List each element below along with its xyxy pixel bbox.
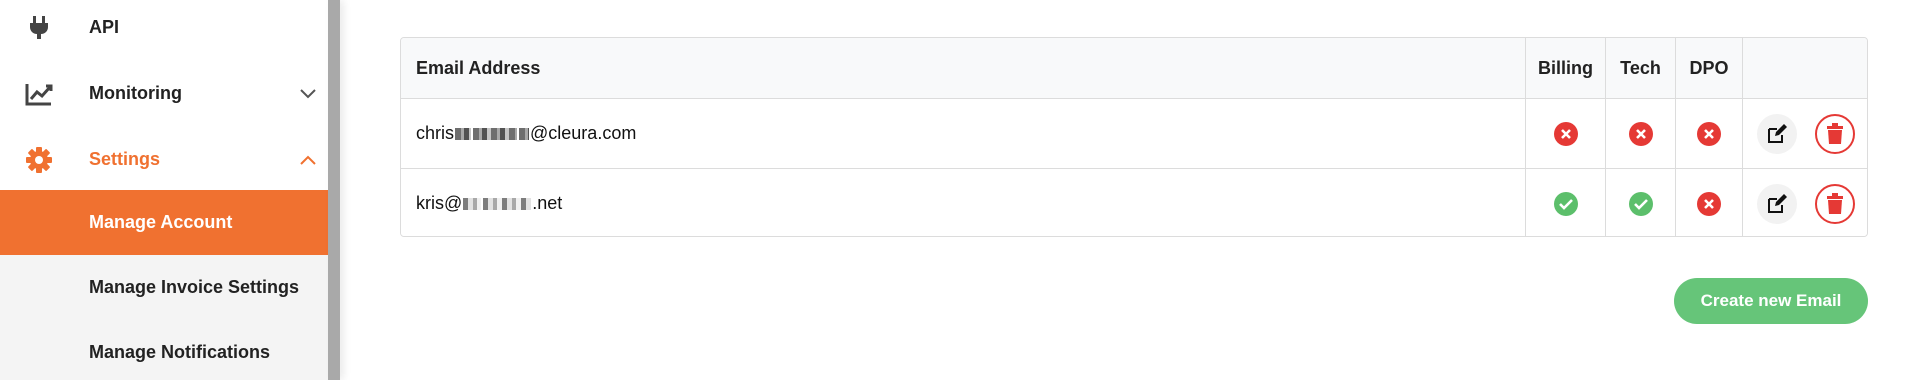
edit-button[interactable] bbox=[1757, 183, 1797, 224]
redacted-text bbox=[473, 127, 518, 140]
tech-cell bbox=[1606, 99, 1676, 168]
trash-icon bbox=[1827, 192, 1843, 214]
redacted-text bbox=[463, 197, 482, 210]
sidebar: API Monitoring Settings Manage Account M… bbox=[0, 0, 328, 380]
sidebar-subitem-label: Manage Invoice Settings bbox=[89, 277, 300, 297]
sidebar-subitem-label: Manage Notifications bbox=[89, 342, 271, 362]
email-prefix: kris@ bbox=[416, 193, 463, 213]
email-prefix: chris bbox=[416, 123, 455, 143]
sidebar-subitem-label: Manage Account bbox=[89, 212, 233, 232]
column-header-actions bbox=[1743, 38, 1867, 98]
sidebar-subitem-manage-invoice-settings[interactable]: Manage Invoice Settings bbox=[0, 255, 328, 320]
sidebar-item-label: Monitoring bbox=[89, 83, 182, 103]
redacted-text bbox=[455, 127, 472, 140]
edit-button[interactable] bbox=[1757, 113, 1797, 154]
x-circle-icon bbox=[1697, 121, 1721, 146]
column-header-email: Email Address bbox=[401, 38, 1526, 98]
table-row: kris@ .net bbox=[401, 169, 1867, 236]
actions-cell bbox=[1743, 169, 1867, 236]
edit-icon bbox=[1768, 193, 1787, 213]
check-circle-icon bbox=[1628, 191, 1653, 216]
x-circle-icon bbox=[1628, 121, 1653, 146]
sidebar-item-settings[interactable]: Settings bbox=[0, 127, 328, 192]
table-row: chris @cleura.com bbox=[401, 99, 1867, 169]
delete-button[interactable] bbox=[1815, 183, 1855, 224]
dpo-cell bbox=[1676, 99, 1743, 168]
check-circle-icon bbox=[1553, 191, 1578, 216]
plug-icon bbox=[25, 14, 53, 42]
column-header-dpo: DPO bbox=[1676, 38, 1743, 98]
tech-cell bbox=[1606, 169, 1676, 236]
delete-button[interactable] bbox=[1815, 113, 1855, 154]
sidebar-item-monitoring[interactable]: Monitoring bbox=[0, 61, 328, 126]
sidebar-subitem-manage-notifications[interactable]: Manage Notifications bbox=[0, 320, 328, 380]
email-cell: chris @cleura.com bbox=[401, 99, 1526, 168]
column-header-billing: Billing bbox=[1526, 38, 1606, 98]
x-circle-icon bbox=[1697, 191, 1721, 216]
table-header-row: Email Address Billing Tech DPO bbox=[401, 38, 1867, 99]
email-cell: kris@ .net bbox=[401, 169, 1526, 236]
gear-icon bbox=[25, 146, 53, 174]
x-circle-icon bbox=[1553, 121, 1578, 146]
email-table: Email Address Billing Tech DPO chris @cle… bbox=[400, 37, 1868, 237]
sidebar-divider bbox=[328, 0, 340, 380]
chart-line-icon bbox=[25, 80, 53, 108]
edit-icon bbox=[1768, 123, 1787, 143]
redacted-text bbox=[483, 197, 532, 210]
dpo-cell bbox=[1676, 169, 1743, 236]
sidebar-item-label: API bbox=[89, 17, 120, 37]
trash-icon bbox=[1827, 122, 1843, 144]
create-new-email-button[interactable]: Create new Email bbox=[1674, 278, 1868, 324]
sidebar-item-label: Settings bbox=[89, 149, 161, 169]
redacted-text bbox=[519, 127, 530, 140]
sidebar-subitem-manage-account[interactable]: Manage Account bbox=[0, 190, 328, 255]
chevron-down-icon[interactable] bbox=[298, 84, 318, 104]
sidebar-item-api[interactable]: API bbox=[0, 0, 328, 60]
email-suffix: .net bbox=[532, 193, 563, 213]
email-suffix: @cleura.com bbox=[530, 123, 637, 143]
billing-cell bbox=[1526, 169, 1606, 236]
chevron-up-icon[interactable] bbox=[298, 150, 318, 170]
column-header-tech: Tech bbox=[1606, 38, 1676, 98]
actions-cell bbox=[1743, 99, 1867, 168]
billing-cell bbox=[1526, 99, 1606, 168]
